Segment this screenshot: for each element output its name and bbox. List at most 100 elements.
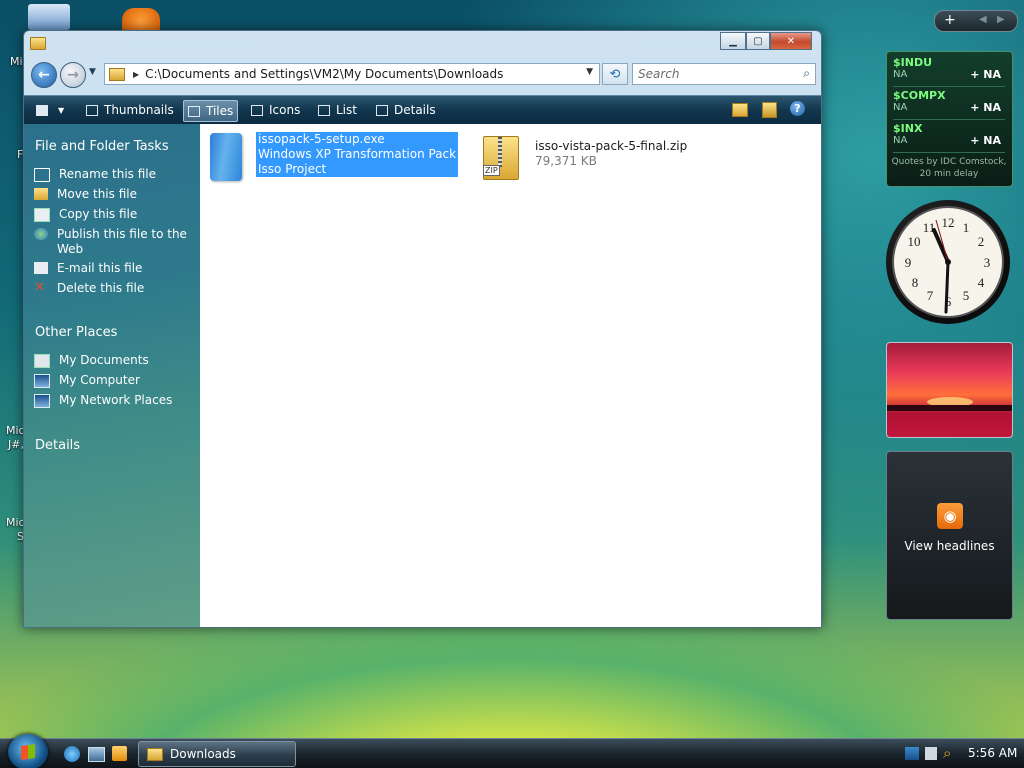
show-desktop-icon[interactable] xyxy=(88,747,105,762)
address-bar-row: ← → ▼ ▶ C:\Documents and Settings\VM2\My… xyxy=(28,61,817,89)
task-label: Delete this file xyxy=(57,281,145,295)
list-icon xyxy=(318,104,330,116)
task-email[interactable]: E-mail this file xyxy=(34,261,142,275)
media-player-icon[interactable] xyxy=(112,746,127,761)
file-company: Isso Project xyxy=(258,162,327,176)
clock-gadget[interactable]: 12 1 2 345 678 9 10 11 xyxy=(886,200,1010,324)
nav-history-chevron-icon[interactable]: ▼ xyxy=(89,67,96,77)
forward-button[interactable]: → xyxy=(60,62,86,88)
stock-row[interactable]: $INX NA + NA xyxy=(893,122,1005,153)
details-heading[interactable]: Details xyxy=(35,438,80,453)
add-gadget-icon[interactable]: + xyxy=(944,12,956,28)
start-button[interactable] xyxy=(8,734,48,768)
refresh-button[interactable]: ⟲ xyxy=(602,63,628,85)
minimize-button[interactable]: ▁ xyxy=(720,32,746,50)
back-button[interactable]: ← xyxy=(31,62,57,88)
task-rename[interactable]: Rename this file xyxy=(34,167,156,182)
task-publish[interactable]: Publish this file to the Web xyxy=(34,227,187,257)
place-label: My Network Places xyxy=(59,393,173,407)
thumbnails-icon xyxy=(86,104,98,116)
details-icon xyxy=(376,104,388,116)
place-label: My Computer xyxy=(59,373,140,387)
title-bar[interactable]: ▁ ▢ ✕ xyxy=(24,31,821,57)
chevron-down-icon: ▼ xyxy=(58,105,65,115)
maximize-button[interactable]: ▢ xyxy=(746,32,770,50)
view-icons-button[interactable]: Icons xyxy=(247,100,304,120)
desktop-label-fragment[interactable]: Mic xyxy=(6,516,25,529)
stock-row[interactable]: $INDU NA + NA xyxy=(893,56,1005,87)
move-icon xyxy=(34,188,48,200)
close-button[interactable]: ✕ xyxy=(770,32,812,50)
view-list-button[interactable]: List xyxy=(314,100,361,120)
place-label: My Documents xyxy=(59,353,149,367)
folder-options-icon[interactable] xyxy=(762,102,777,118)
task-label: E-mail this file xyxy=(57,261,143,275)
file-view[interactable]: issopack-5-setup.exe Windows XP Transfor… xyxy=(200,124,821,627)
svg-text:2: 2 xyxy=(978,234,985,249)
task-delete[interactable]: ✕ Delete this file xyxy=(34,281,144,295)
search-input[interactable]: Search ⌕ xyxy=(632,63,816,85)
address-dropdown-icon[interactable]: ▼ xyxy=(586,67,593,77)
network-tray-icon[interactable] xyxy=(905,747,919,760)
help-icon[interactable]: ? xyxy=(790,101,805,116)
desktop-label-fragment[interactable]: J#, xyxy=(8,438,24,451)
address-path: C:\Documents and Settings\VM2\My Documen… xyxy=(145,67,504,81)
folder-icon xyxy=(147,747,163,761)
task-copy[interactable]: Copy this file xyxy=(34,207,137,222)
task-label: Move this file xyxy=(57,187,137,201)
svg-text:7: 7 xyxy=(927,288,934,303)
stock-change: + NA xyxy=(970,101,1001,114)
desktop-icon-media-player[interactable] xyxy=(28,4,70,30)
view-details-button[interactable]: Details xyxy=(372,100,440,120)
address-field[interactable]: ▶ C:\Documents and Settings\VM2\My Docum… xyxy=(104,63,600,85)
view-icons-label: Icons xyxy=(269,103,301,117)
place-my-documents[interactable]: My Documents xyxy=(34,353,149,368)
command-toolbar: ▼ Thumbnails Tiles Icons List Details ? xyxy=(24,95,821,124)
view-headlines-label[interactable]: View headlines xyxy=(887,539,1012,553)
clock-time[interactable]: 5:56 AM xyxy=(968,746,1017,760)
email-icon xyxy=(34,262,48,274)
other-places-heading[interactable]: Other Places xyxy=(35,325,117,340)
file-tile[interactable]: issopack-5-setup.exe Windows XP Transfor… xyxy=(210,132,459,182)
desktop-label-fragment[interactable]: Mic xyxy=(6,424,25,437)
svg-text:4: 4 xyxy=(978,275,985,290)
search-icon[interactable]: ⌕ xyxy=(803,66,810,81)
sidebar-controls: + ◀ ▶ xyxy=(934,10,1018,32)
desktop-label-fragment[interactable]: Mi xyxy=(10,55,23,68)
search-tray-icon[interactable]: ⌕ xyxy=(943,744,951,762)
taskbar-button-downloads[interactable]: Downloads xyxy=(138,741,296,767)
horizon-image xyxy=(887,405,1012,411)
prev-gadget-icon[interactable]: ◀ xyxy=(979,14,987,25)
network-icon xyxy=(34,394,50,408)
file-tile[interactable]: ZIP isso-vista-pack-5-final.zip 79,371 K… xyxy=(483,132,703,182)
organize-views-button[interactable]: ▼ xyxy=(32,100,68,120)
task-label: Copy this file xyxy=(59,207,138,221)
taskbar-button-label: Downloads xyxy=(170,747,236,761)
computer-icon xyxy=(34,374,50,388)
svg-text:5: 5 xyxy=(963,288,970,303)
view-tiles-button[interactable]: Tiles xyxy=(183,100,239,122)
task-label-line: Publish this file to the xyxy=(57,227,187,241)
place-my-computer[interactable]: My Computer xyxy=(34,373,140,388)
file-name: isso-vista-pack-5-final.zip xyxy=(535,139,688,153)
zip-badge: ZIP xyxy=(483,165,500,176)
place-my-network[interactable]: My Network Places xyxy=(34,393,172,408)
view-thumbnails-button[interactable]: Thumbnails xyxy=(82,100,178,120)
ie-icon[interactable] xyxy=(64,746,80,762)
stock-row[interactable]: $COMPX NA + NA xyxy=(893,89,1005,120)
file-tile-label: issopack-5-setup.exe Windows XP Transfor… xyxy=(256,132,459,177)
new-folder-icon[interactable] xyxy=(732,103,748,117)
file-size: 79,371 KB xyxy=(535,154,597,168)
feed-headlines-gadget[interactable]: ◉ View headlines xyxy=(886,451,1013,620)
tiles-icon xyxy=(188,105,200,117)
stocks-gadget[interactable]: $INDU NA + NA $COMPX NA + NA $INX NA + N… xyxy=(886,51,1013,187)
volume-tray-icon[interactable] xyxy=(925,747,937,760)
task-move[interactable]: Move this file xyxy=(34,187,137,201)
views-icon xyxy=(36,104,48,116)
slideshow-gadget[interactable] xyxy=(886,342,1013,438)
next-gadget-icon[interactable]: ▶ xyxy=(997,14,1005,25)
clock-face: 12 12 345 678 91011 xyxy=(892,206,1004,318)
desktop-icon-vlc[interactable] xyxy=(122,8,160,30)
file-folder-tasks-heading[interactable]: File and Folder Tasks xyxy=(35,139,169,154)
svg-text:3: 3 xyxy=(984,255,991,270)
